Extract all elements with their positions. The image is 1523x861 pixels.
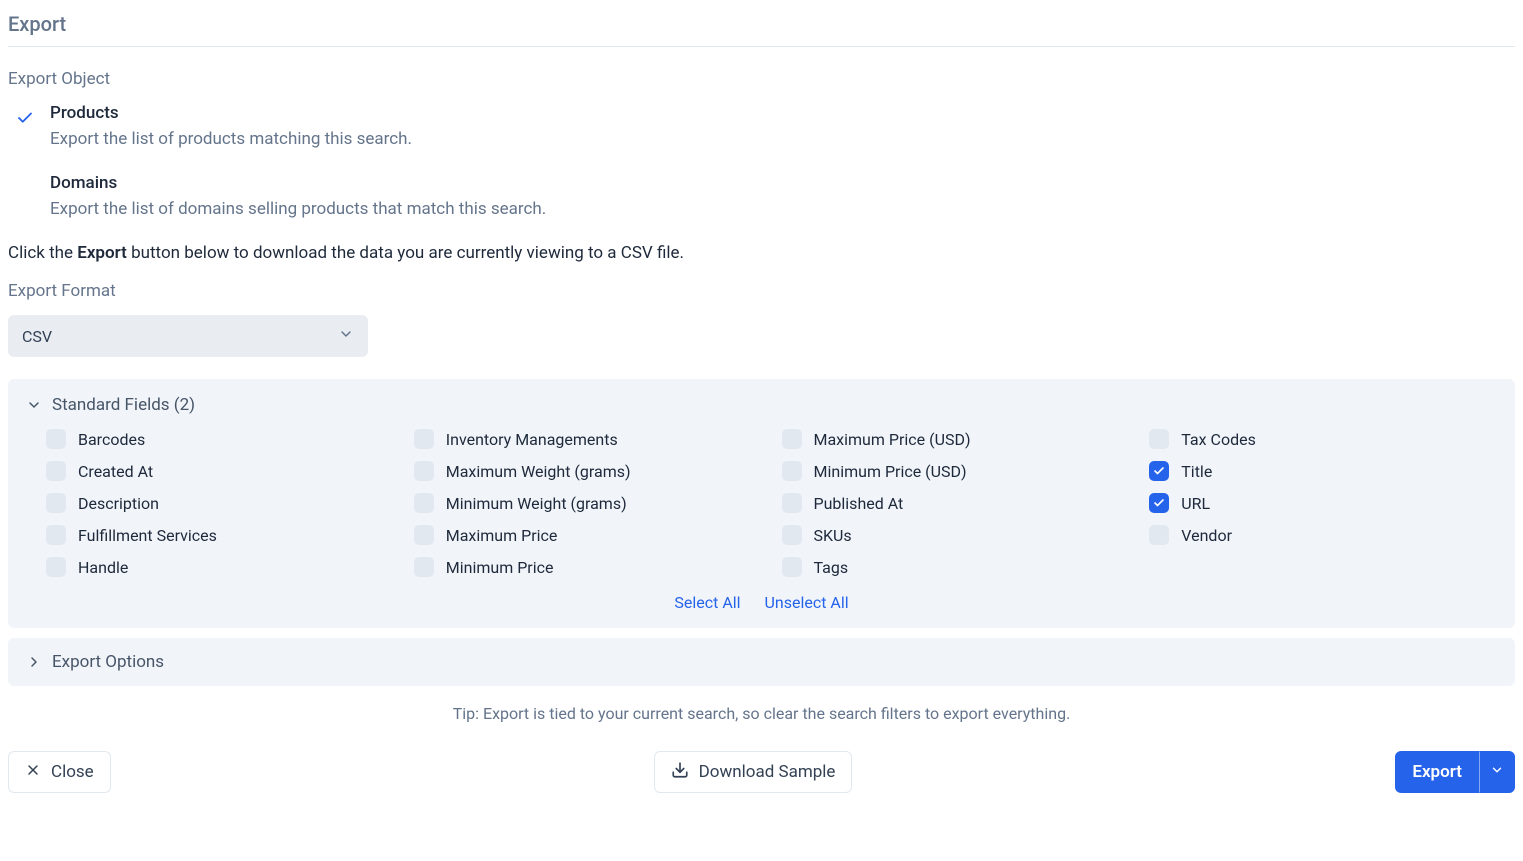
export-object-option[interactable]: Products Export the list of products matc…: [14, 103, 1515, 149]
export-options-title: Export Options: [52, 652, 164, 672]
field-checkbox[interactable]: Handle: [46, 557, 394, 577]
checkbox-icon: [414, 461, 434, 481]
field-checkbox[interactable]: Tax Codes: [1149, 429, 1497, 449]
checkbox-icon: [782, 461, 802, 481]
field-label: Maximum Price: [446, 526, 558, 545]
checkbox-icon: [1149, 525, 1169, 545]
instruction-bold: Export: [77, 243, 127, 263]
chevron-down-icon: [338, 326, 354, 346]
field-label: Minimum Price: [446, 558, 554, 577]
checkbox-icon: [46, 493, 66, 513]
select-all-link[interactable]: Select All: [674, 593, 740, 612]
checkbox-icon: [414, 429, 434, 449]
chevron-right-icon: [26, 654, 42, 670]
instruction-text: Click the Export button below to downloa…: [8, 243, 1515, 263]
standard-fields-title: Standard Fields (2): [52, 395, 195, 415]
page-title: Export: [8, 8, 1515, 46]
field-checkbox[interactable]: Inventory Managements: [414, 429, 762, 449]
checkbox-icon: [1149, 429, 1169, 449]
checkbox-icon: [46, 429, 66, 449]
download-sample-label: Download Sample: [699, 764, 836, 781]
checkbox-icon: [782, 557, 802, 577]
field-label: Created At: [78, 462, 153, 481]
checkbox-icon: [782, 493, 802, 513]
export-more-button[interactable]: [1479, 751, 1515, 793]
field-label: SKUs: [814, 526, 852, 545]
export-format-label: Export Format: [8, 281, 1515, 301]
chevron-down-icon: [1490, 763, 1504, 781]
field-checkbox[interactable]: Minimum Price (USD): [782, 461, 1130, 481]
field-label: Fulfillment Services: [78, 526, 217, 545]
divider: [8, 46, 1515, 47]
field-label: Maximum Weight (grams): [446, 462, 631, 481]
field-label: Barcodes: [78, 430, 145, 449]
export-button[interactable]: Export: [1395, 751, 1479, 793]
export-format-value: CSV: [22, 327, 52, 346]
unselect-all-link[interactable]: Unselect All: [765, 593, 849, 612]
field-checkbox[interactable]: Tags: [782, 557, 1130, 577]
field-label: Published At: [814, 494, 904, 513]
close-icon: [25, 762, 41, 782]
field-label: Description: [78, 494, 159, 513]
field-checkbox[interactable]: Published At: [782, 493, 1130, 513]
export-label: Export: [1412, 764, 1462, 781]
object-option-title: Domains: [50, 173, 546, 193]
field-checkbox[interactable]: Minimum Price: [414, 557, 762, 577]
field-checkbox[interactable]: Vendor: [1149, 525, 1497, 545]
field-label: Minimum Weight (grams): [446, 494, 627, 513]
field-checkbox[interactable]: Description: [46, 493, 394, 513]
object-option-desc: Export the list of products matching thi…: [50, 129, 412, 149]
export-format-select[interactable]: CSV: [8, 315, 368, 357]
checkbox-icon: [414, 525, 434, 545]
field-label: Vendor: [1181, 526, 1232, 545]
field-label: Maximum Price (USD): [814, 430, 971, 449]
field-checkbox[interactable]: Fulfillment Services: [46, 525, 394, 545]
instruction-suffix: button below to download the data you ar…: [127, 243, 684, 263]
export-options-panel: Export Options: [8, 638, 1515, 686]
field-checkbox[interactable]: Title: [1149, 461, 1497, 481]
close-button[interactable]: Close: [8, 751, 111, 793]
field-checkbox[interactable]: SKUs: [782, 525, 1130, 545]
object-option-title: Products: [50, 103, 412, 123]
field-checkbox[interactable]: Minimum Weight (grams): [414, 493, 762, 513]
close-label: Close: [51, 764, 94, 781]
checkbox-icon: [414, 493, 434, 513]
field-label: Inventory Managements: [446, 430, 618, 449]
field-checkbox[interactable]: Maximum Price: [414, 525, 762, 545]
chevron-down-icon: [26, 397, 42, 413]
checkbox-icon: [414, 557, 434, 577]
checkbox-icon: [1149, 461, 1169, 481]
download-sample-button[interactable]: Download Sample: [654, 751, 853, 793]
field-checkbox[interactable]: Barcodes: [46, 429, 394, 449]
field-checkbox[interactable]: URL: [1149, 493, 1497, 513]
export-object-option[interactable]: Domains Export the list of domains sellin…: [14, 173, 1515, 219]
field-checkbox[interactable]: Created At: [46, 461, 394, 481]
field-label: Tags: [814, 558, 849, 577]
download-icon: [671, 761, 689, 783]
field-checkbox[interactable]: Maximum Weight (grams): [414, 461, 762, 481]
field-label: Minimum Price (USD): [814, 462, 967, 481]
field-label: Tax Codes: [1181, 430, 1256, 449]
export-object-label: Export Object: [8, 69, 1515, 89]
instruction-prefix: Click the: [8, 243, 77, 263]
export-options-toggle[interactable]: Export Options: [26, 652, 1497, 672]
check-icon: [16, 109, 34, 127]
field-label: Title: [1181, 462, 1212, 481]
checkbox-icon: [782, 525, 802, 545]
checkbox-icon: [46, 557, 66, 577]
checkbox-icon: [1149, 493, 1169, 513]
standard-fields-toggle[interactable]: Standard Fields (2): [26, 395, 1497, 415]
checkbox-icon: [782, 429, 802, 449]
checkbox-icon: [46, 461, 66, 481]
field-checkbox[interactable]: Maximum Price (USD): [782, 429, 1130, 449]
checkbox-icon: [46, 525, 66, 545]
field-label: URL: [1181, 494, 1210, 513]
object-option-desc: Export the list of domains selling produ…: [50, 199, 546, 219]
standard-fields-panel: Standard Fields (2) Barcodes Inventory Ma…: [8, 379, 1515, 628]
field-label: Handle: [78, 558, 128, 577]
tip-text: Tip: Export is tied to your current sear…: [8, 704, 1515, 723]
